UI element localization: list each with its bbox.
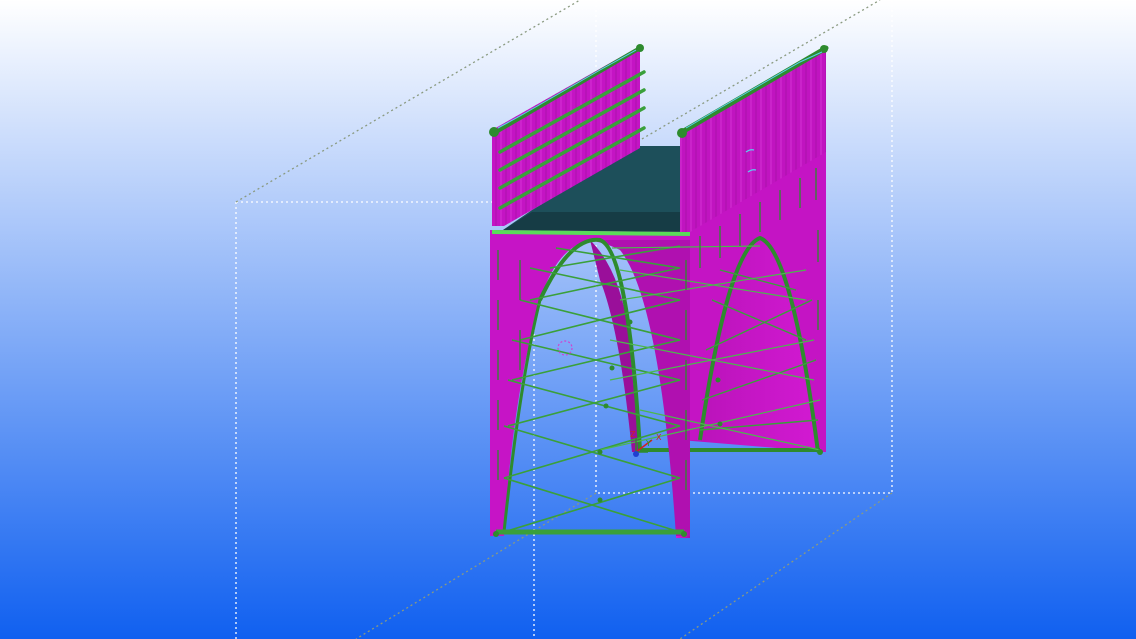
axis-x-label: X <box>656 433 662 442</box>
axis-z-label: Z <box>630 430 636 439</box>
deck-edge-beam <box>491 230 691 236</box>
viewport-canvas[interactable]: Z X Y <box>0 0 1136 639</box>
3d-model-viewport[interactable]: Z X Y <box>0 0 1136 639</box>
axis-y-label: Y <box>645 439 651 448</box>
